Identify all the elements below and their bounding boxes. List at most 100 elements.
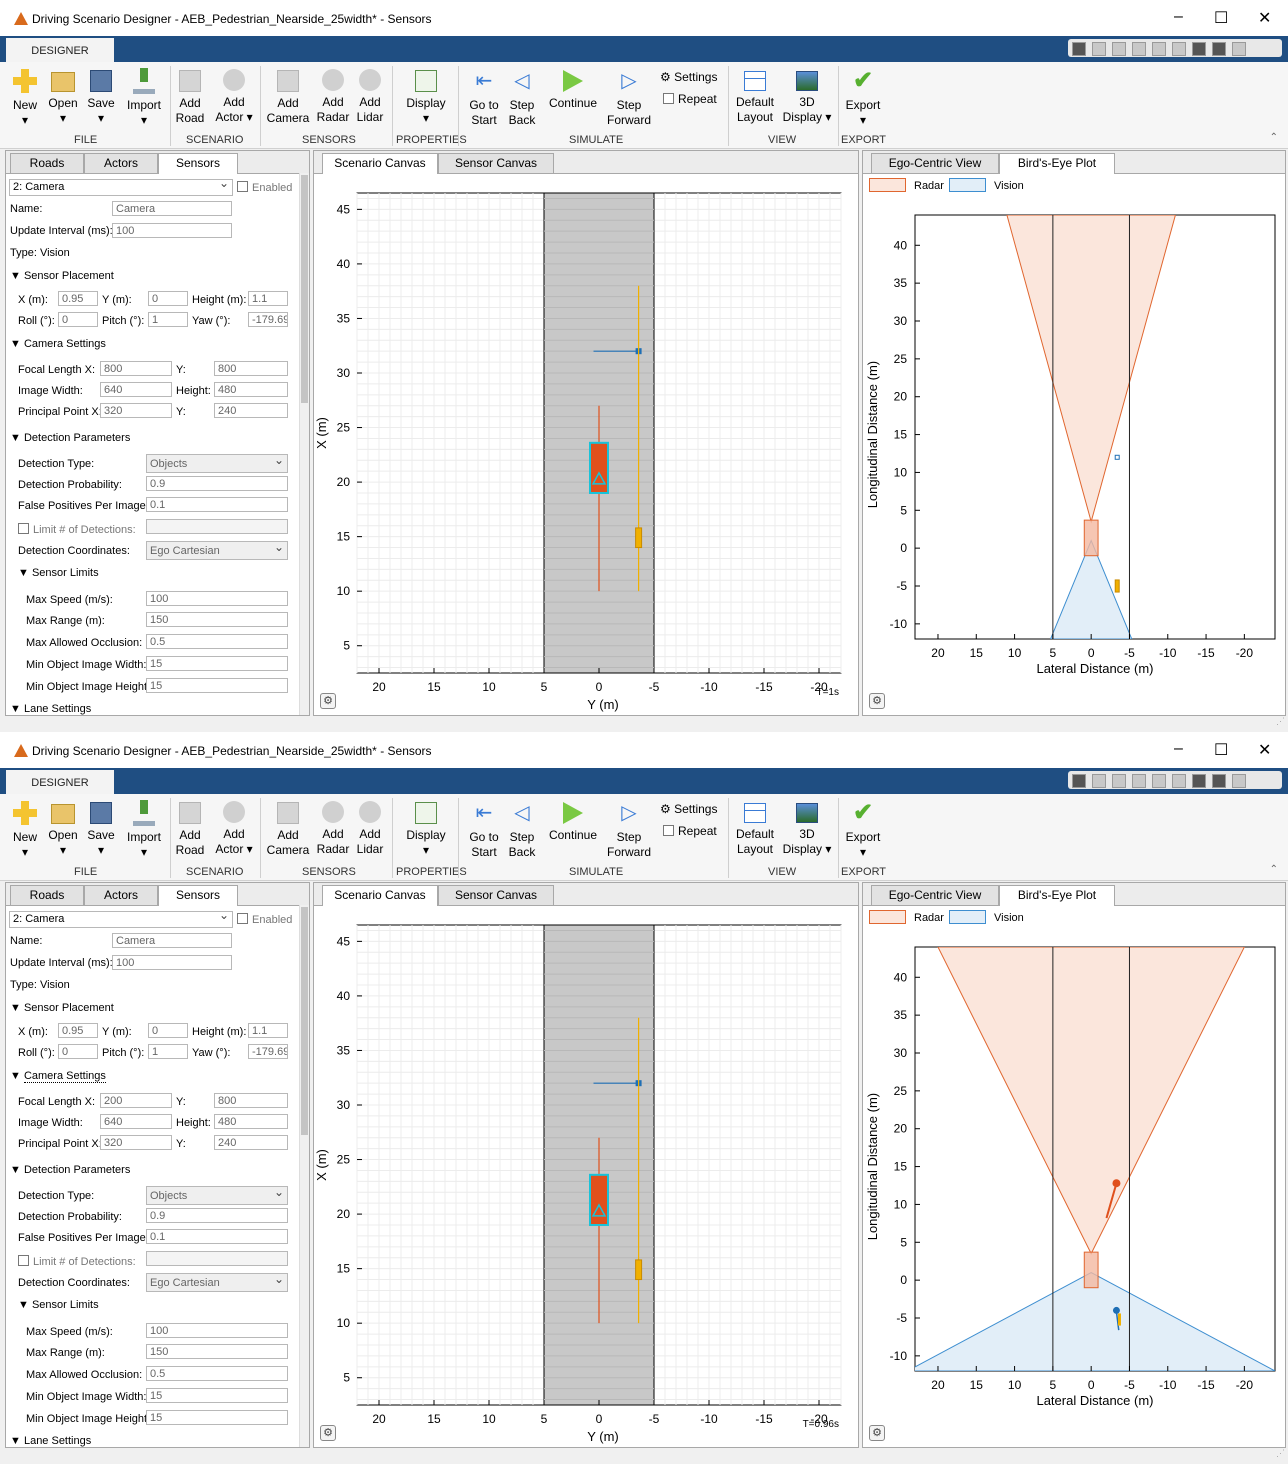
add-actor-button[interactable]: Add Actor ▾ (212, 66, 256, 125)
camera-settings-header[interactable]: ▼ Camera Settings (10, 1070, 106, 1083)
sensor-select[interactable]: 2: Camera (9, 179, 233, 196)
add-lidar-button[interactable]: Add Lidar (354, 798, 386, 857)
roll-field[interactable]: 0 (58, 1044, 98, 1059)
tab-ego-centric-view[interactable]: Ego-Centric View (871, 153, 999, 173)
x-field[interactable]: 0.95 (58, 291, 98, 306)
tab-designer[interactable]: DESIGNER (6, 38, 114, 62)
image-height-field[interactable]: 480 (214, 382, 288, 397)
name-field[interactable]: Camera (112, 933, 232, 948)
limit-detections-checkbox[interactable]: Limit # of Detections: (18, 523, 136, 536)
settings-button[interactable]: ⚙ Settings (660, 70, 717, 84)
detection-coordinates-select[interactable]: Ego Cartesian (146, 1273, 288, 1292)
step-back-button[interactable]: ◁ Step Back (506, 66, 538, 128)
open-button[interactable]: Open ▾ (46, 66, 80, 126)
save-icon[interactable] (1072, 42, 1086, 56)
tab-sensors[interactable]: Sensors (158, 153, 238, 174)
detection-parameters-header[interactable]: ▼ Detection Parameters (10, 1164, 130, 1176)
birds-eye-plot[interactable]: -10 -5 0 5 10 15 20 25 30 35 40 20 15 10 5 0 -5 -10 -15 -20… (863, 927, 1285, 1447)
enabled-checkbox[interactable]: Enabled (237, 913, 292, 926)
image-width-field[interactable]: 640 (100, 382, 172, 397)
collapse-ribbon-icon[interactable]: ⌃ (1270, 864, 1278, 875)
redo-icon[interactable] (1172, 774, 1186, 788)
tab-sensor-canvas[interactable]: Sensor Canvas (438, 153, 554, 173)
tab-actors[interactable]: Actors (84, 153, 158, 173)
max-occlusion-field[interactable]: 0.5 (146, 1366, 288, 1381)
y-field[interactable]: 0 (148, 1023, 188, 1038)
yaw-field[interactable]: -179.69 (248, 1044, 288, 1059)
minimize-button[interactable]: – (1174, 740, 1183, 758)
focal-length-x-field[interactable]: 200 (100, 1093, 172, 1108)
open-button[interactable]: Open ▾ (46, 798, 80, 858)
default-layout-button[interactable]: Default Layout (734, 66, 776, 125)
close-button[interactable]: ✕ (1258, 740, 1271, 760)
help-icon[interactable] (1212, 774, 1226, 788)
detection-parameters-header[interactable]: ▼ Detection Parameters (10, 432, 130, 444)
resize-grip-icon[interactable]: ⋰ (1276, 716, 1285, 727)
image-height-field[interactable]: 480 (214, 1114, 288, 1129)
3d-display-button[interactable]: 3D Display ▾ (782, 798, 832, 857)
window-icon[interactable] (1192, 42, 1206, 56)
step-forward-button[interactable]: ▷ Step Forward (606, 66, 652, 128)
focal-length-y-field[interactable]: 800 (214, 361, 288, 376)
add-road-button[interactable]: Add Road (174, 66, 206, 126)
tab-roads[interactable]: Roads (10, 153, 84, 173)
add-radar-button[interactable]: Add Radar (315, 798, 351, 857)
roll-field[interactable]: 0 (58, 312, 98, 327)
window-icon[interactable] (1192, 774, 1206, 788)
principal-point-x-field[interactable]: 320 (100, 403, 172, 418)
detection-type-select[interactable]: Objects (146, 454, 288, 473)
help-icon[interactable] (1212, 42, 1226, 56)
continue-button[interactable]: Continue (546, 66, 600, 111)
min-image-height-field[interactable]: 15 (146, 1410, 288, 1425)
min-image-height-field[interactable]: 15 (146, 678, 288, 693)
lane-settings-header[interactable]: ▼ Lane Settings (10, 703, 91, 715)
detection-coordinates-select[interactable]: Ego Cartesian (146, 541, 288, 560)
sensor-limits-header[interactable]: ▼ Sensor Limits (18, 1299, 99, 1311)
panel-scrollbar[interactable] (299, 905, 309, 1447)
plot-settings-icon[interactable]: ⚙ (869, 1425, 885, 1441)
undo-icon[interactable] (1152, 774, 1166, 788)
tab-scenario-canvas[interactable]: Scenario Canvas (322, 153, 438, 174)
repeat-checkbox[interactable]: Repeat (663, 92, 717, 106)
principal-point-y-field[interactable]: 240 (214, 403, 288, 418)
tab-designer[interactable]: DESIGNER (6, 770, 114, 794)
plot-settings-icon[interactable]: ⚙ (869, 693, 885, 709)
undo-icon[interactable] (1152, 42, 1166, 56)
add-radar-button[interactable]: Add Radar (315, 66, 351, 125)
import-button[interactable]: Import ▾ (124, 66, 164, 128)
pitch-field[interactable]: 1 (148, 312, 188, 327)
tab-birds-eye-plot[interactable]: Bird's-Eye Plot (999, 885, 1115, 906)
false-positives-field[interactable]: 0.1 (146, 1229, 288, 1244)
step-back-button[interactable]: ◁ Step Back (506, 798, 538, 860)
limit-detections-field[interactable] (146, 519, 288, 534)
birds-eye-plot[interactable]: -10 -5 0 5 10 15 20 25 30 35 40 20 15 10 5 0 -5 -10 -15 -20… (863, 195, 1285, 715)
tab-sensor-canvas[interactable]: Sensor Canvas (438, 885, 554, 905)
scenario-canvas[interactable]: 5101520253035404520 15 10 5 0 -5 -10 -15 -20Y (m… (314, 173, 858, 715)
max-speed-field[interactable]: 100 (146, 591, 288, 606)
tab-roads[interactable]: Roads (10, 885, 84, 905)
focal-length-x-field[interactable]: 800 (100, 361, 172, 376)
add-lidar-button[interactable]: Add Lidar (354, 66, 386, 125)
tab-actors[interactable]: Actors (84, 885, 158, 905)
sensor-placement-header[interactable]: ▼ Sensor Placement (10, 270, 114, 282)
new-button[interactable]: New ▾ (10, 798, 40, 860)
export-button[interactable]: ✔ Export ▾ (844, 798, 882, 860)
maximize-button[interactable]: ☐ (1214, 8, 1228, 28)
add-camera-button[interactable]: Add Camera (265, 66, 311, 126)
enabled-checkbox[interactable]: Enabled (237, 181, 292, 194)
display-button[interactable]: Display ▾ (404, 798, 448, 858)
detection-type-select[interactable]: Objects (146, 1186, 288, 1205)
scenario-canvas[interactable]: 5101520253035404520 15 10 5 0 -5 -10 -15 -20Y (m… (314, 905, 858, 1447)
cut-icon[interactable] (1092, 42, 1106, 56)
expand-icon[interactable] (1232, 42, 1246, 56)
sensor-limits-header[interactable]: ▼ Sensor Limits (18, 567, 99, 579)
go-to-start-button[interactable]: ⇤ Go to Start (466, 798, 502, 860)
canvas-settings-icon[interactable]: ⚙ (320, 1425, 336, 1441)
import-button[interactable]: Import ▾ (124, 798, 164, 860)
3d-display-button[interactable]: 3D Display ▾ (782, 66, 832, 125)
x-field[interactable]: 0.95 (58, 1023, 98, 1038)
scrollbar-thumb[interactable] (301, 175, 308, 403)
paste-icon[interactable] (1132, 42, 1146, 56)
false-positives-field[interactable]: 0.1 (146, 497, 288, 512)
step-forward-button[interactable]: ▷ Step Forward (606, 798, 652, 860)
